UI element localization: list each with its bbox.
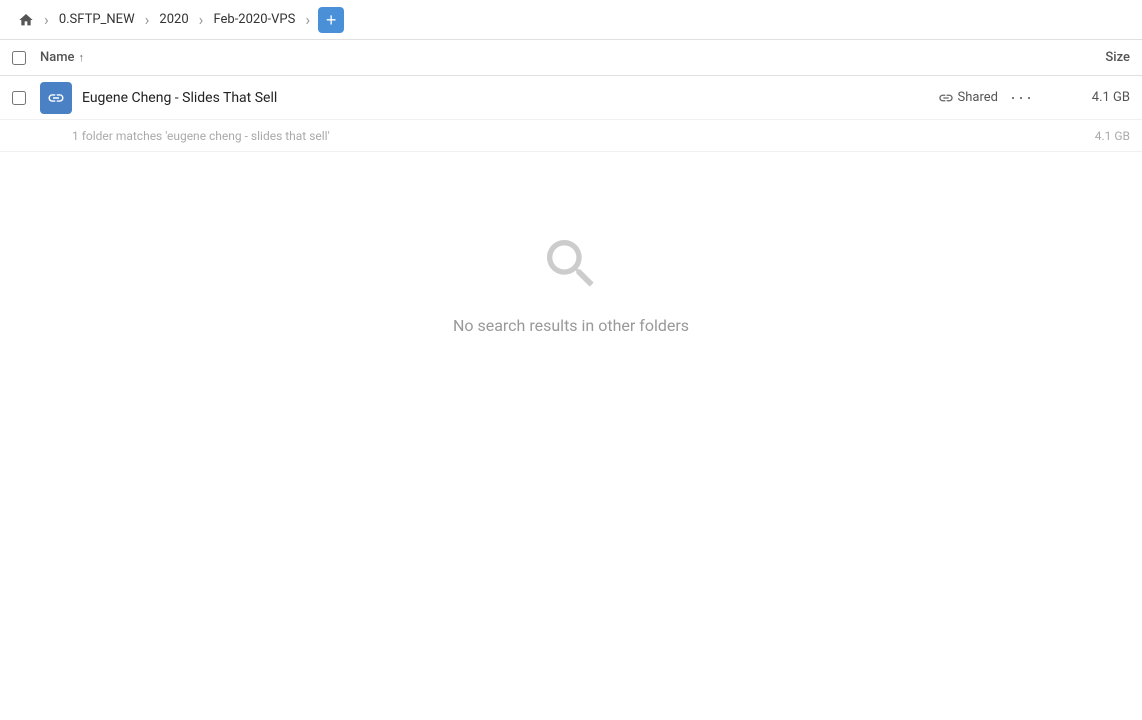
more-options-button[interactable]: ··· (1006, 85, 1038, 110)
match-text: 1 folder matches 'eugene cheng - slides … (72, 129, 1050, 143)
breadcrumb-item-sftp[interactable]: 0.SFTP_NEW (53, 10, 141, 29)
match-row: 1 folder matches 'eugene cheng - slides … (0, 120, 1142, 152)
file-actions: Shared ··· (938, 85, 1038, 110)
separator-3: › (199, 10, 204, 29)
size-column-label: Size (1105, 50, 1130, 65)
file-name: Eugene Cheng - Slides That Sell (82, 90, 938, 106)
column-header: Name ↑ Size (0, 40, 1142, 76)
file-size: 4.1 GB (1050, 90, 1130, 105)
chain-link-icon (938, 90, 954, 106)
file-row[interactable]: Eugene Cheng - Slides That Sell Shared ·… (0, 76, 1142, 120)
select-all-checkbox-wrapper[interactable] (12, 51, 40, 65)
home-button[interactable] (12, 6, 40, 34)
separator-2: › (145, 10, 150, 29)
add-button[interactable]: + (318, 7, 344, 33)
size-column-header[interactable]: Size (1050, 50, 1130, 65)
sort-arrow-icon: ↑ (79, 51, 85, 64)
separator-4: › (305, 10, 310, 29)
breadcrumb-item-feb[interactable]: Feb-2020-VPS (207, 10, 301, 29)
select-all-checkbox[interactable] (12, 51, 26, 65)
folder-icon-bg (40, 82, 72, 114)
name-column-header[interactable]: Name ↑ (40, 50, 1050, 65)
shared-link-wrapper[interactable]: Shared (938, 90, 998, 106)
search-empty-icon (539, 232, 603, 296)
file-checkbox-wrapper[interactable] (12, 91, 40, 105)
name-column-label: Name (40, 50, 75, 65)
link-icon (47, 89, 65, 107)
empty-state: No search results in other folders (0, 152, 1142, 375)
match-size: 4.1 GB (1050, 129, 1130, 143)
file-checkbox[interactable] (12, 91, 26, 105)
empty-state-text: No search results in other folders (453, 316, 689, 335)
empty-search-icon (539, 232, 603, 300)
home-icon (18, 12, 34, 28)
separator-1: › (44, 10, 49, 29)
shared-label: Shared (958, 90, 998, 105)
breadcrumb-bar: › 0.SFTP_NEW › 2020 › Feb-2020-VPS › + (0, 0, 1142, 40)
breadcrumb-item-2020[interactable]: 2020 (153, 10, 194, 29)
folder-icon-wrapper (40, 82, 72, 114)
